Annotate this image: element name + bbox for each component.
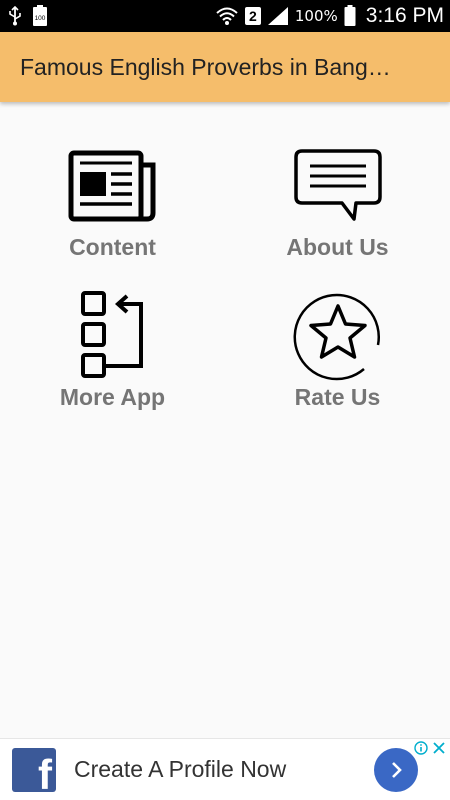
battery-small-label: 100 — [35, 15, 46, 22]
sim-2-badge: 2 — [244, 7, 261, 25]
ad-info-icon[interactable] — [414, 741, 428, 755]
page-title: Famous English Proverbs in Bang… — [20, 53, 391, 80]
battery-percent: 100% — [294, 7, 338, 25]
content-label: Content — [69, 234, 156, 260]
facebook-logo-icon: f — [12, 748, 56, 792]
battery-icon — [344, 5, 356, 27]
status-left: 100 — [8, 5, 48, 27]
more-app-button[interactable]: More App — [0, 290, 225, 430]
clock: 3:16 PM — [365, 4, 444, 27]
more-app-label: More App — [59, 384, 166, 410]
app-bar: Famous English Proverbs in Bang… — [0, 32, 450, 102]
battery-100-icon: 100 — [32, 5, 48, 27]
rate-us-label: Rate Us — [294, 384, 381, 410]
chevron-right-icon — [392, 762, 402, 778]
signal-icon — [267, 6, 289, 26]
ad-close-icon[interactable] — [432, 741, 446, 755]
content-button[interactable]: Content — [0, 140, 225, 280]
rate-us-button[interactable]: Rate Us — [225, 290, 450, 430]
status-right: 2 100% 3:16 PM — [215, 4, 444, 28]
facebook-letter: f — [38, 751, 52, 793]
about-us-button[interactable]: About Us — [225, 140, 450, 280]
ad-headline: Create A Profile Now — [74, 756, 287, 782]
ad-banner[interactable]: f Create A Profile Now — [0, 738, 450, 800]
wifi-icon — [215, 6, 239, 26]
about-us-label: About Us — [286, 234, 389, 260]
ad-open-button[interactable] — [374, 748, 418, 792]
usb-icon — [8, 6, 22, 26]
app-list-icon — [63, 290, 163, 380]
star-circle-icon — [288, 290, 388, 381]
status-bar: 100 2 100% 3:16 PM — [0, 0, 450, 32]
newspaper-icon — [63, 140, 163, 230]
chat-bubble-icon — [288, 140, 388, 230]
